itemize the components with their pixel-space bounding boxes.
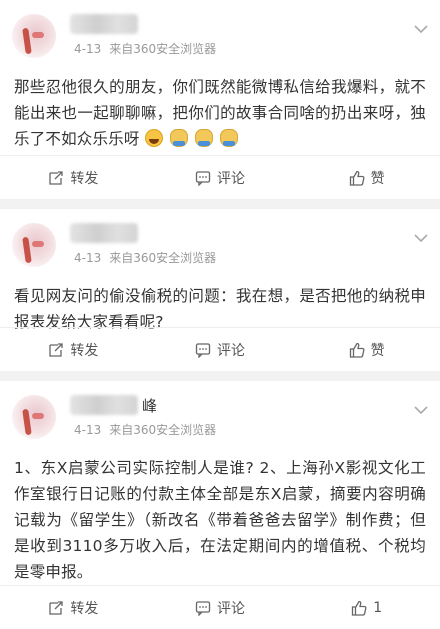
laugh-emoji [144,129,163,147]
comment-label: 评论 [217,170,245,187]
comment-button[interactable]: 评论 [147,168,294,188]
repost-label: 转发 [70,342,99,359]
post-meta: 4-13 来自360安全浏览器 [74,421,216,438]
post-date: 4-13 [74,42,102,56]
post-header: 峰 4-13 来自360安全浏览器 [0,381,440,447]
like-button[interactable]: 赞 [293,168,440,188]
avatar[interactable] [12,14,56,58]
post-separator [0,199,440,209]
post-header: 4-13 来自360安全浏览器 [0,209,440,275]
post-content: 那些忍他很久的朋友，你们既然能微博私信给我爆料，就不能出来也一起聊聊嘛，把你们的… [0,66,440,154]
thumbs-up-icon [352,600,367,616]
repost-button[interactable]: 转发 [0,168,147,188]
comment-icon [195,342,211,358]
post-text: 看见网友问的偷没偷税的问题：我在想，是否把他的纳税申报表发给大家看看呢? [14,287,426,331]
blurred-username [70,223,138,243]
username[interactable] [70,13,142,35]
post-date: 4-13 [74,423,102,437]
avatar[interactable] [12,223,56,267]
post-date: 4-13 [74,251,102,265]
username-suffix: 峰 [142,396,158,415]
blurred-username [70,14,138,34]
repost-label: 转发 [70,600,99,617]
post-meta: 4-13 来自360安全浏览器 [74,40,216,57]
face-emoji [169,129,188,147]
post-source: 来自360安全浏览器 [109,251,217,265]
weibo-post: 4-13 来自360安全浏览器 看见网友问的偷没偷税的问题：我在想，是否把他的纳税… [0,209,440,371]
repost-button[interactable]: 转发 [0,340,147,360]
post-content: 1、东X启蒙公司实际控制人是谁? 2、上海孙X影视文化工作室银行日记账的付款主体… [0,447,440,599]
post-text: 1、东X启蒙公司实际控制人是谁? 2、上海孙X影视文化工作室银行日记账的付款主体… [14,459,426,581]
weibo-post: 峰 4-13 来自360安全浏览器 1、东X启蒙公司实际控制人是谁? 2、上海孙X… [0,381,440,629]
like-label: 赞 [370,170,385,187]
comment-button[interactable]: 评论 [147,340,294,360]
chevron-down-icon[interactable] [414,405,428,415]
comment-label: 评论 [217,342,245,359]
face-emoji [220,129,239,147]
post-source: 来自360安全浏览器 [109,42,217,56]
username[interactable]: 峰 [70,394,157,416]
like-button[interactable]: 赞 [293,340,440,360]
weibo-post: 4-13 来自360安全浏览器 那些忍他很久的朋友，你们既然能微博私信给我爆料，就… [0,0,440,199]
repost-icon [49,342,63,357]
comment-label: 评论 [217,600,245,617]
chevron-down-icon[interactable] [414,233,428,243]
weibo-feed: 4-13 来自360安全浏览器 那些忍他很久的朋友，你们既然能微博私信给我爆料，就… [0,0,440,629]
comment-icon [195,600,211,616]
avatar[interactable] [12,395,56,439]
repost-button[interactable]: 转发 [0,598,147,618]
username[interactable] [70,222,142,244]
post-source: 来自360安全浏览器 [109,423,217,437]
like-label: 1 [373,599,383,616]
repost-icon [49,600,63,615]
repost-icon [49,170,63,185]
thumbs-up-icon [349,342,365,358]
comment-button[interactable]: 评论 [147,598,294,618]
chevron-down-icon[interactable] [414,24,428,34]
action-bar: 转发 评论 赞 [0,155,440,199]
like-label: 赞 [370,342,385,359]
post-meta: 4-13 来自360安全浏览器 [74,249,216,266]
blurred-username [70,395,138,415]
comment-icon [195,170,211,186]
post-header: 4-13 来自360安全浏览器 [0,0,440,66]
face-emoji [195,129,214,147]
action-bar: 转发 评论 1 [0,585,440,629]
thumbs-up-icon [349,170,365,186]
action-bar: 转发 评论 赞 [0,327,440,371]
like-button[interactable]: 1 [293,600,440,616]
post-separator [0,371,440,381]
repost-label: 转发 [70,170,99,187]
